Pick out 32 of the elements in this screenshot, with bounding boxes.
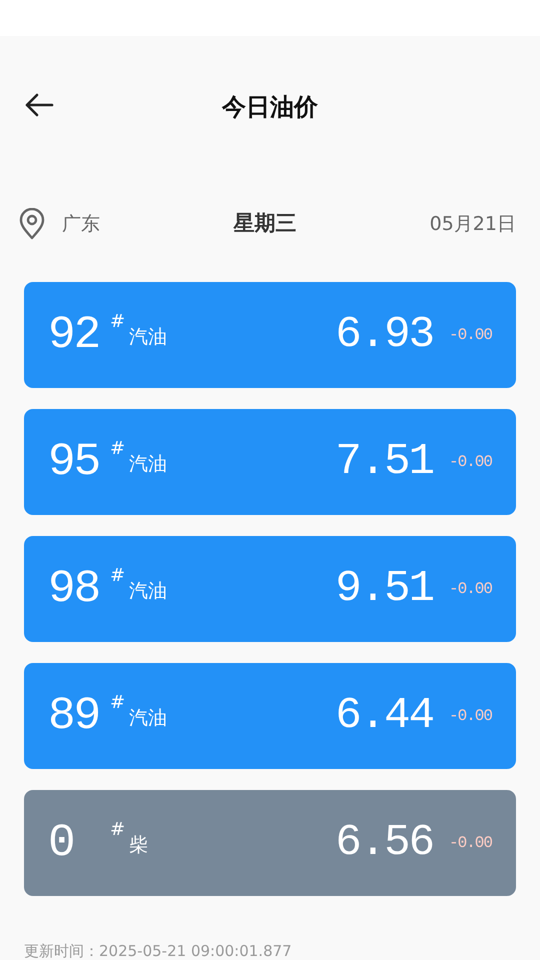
location-pin-icon bbox=[18, 208, 46, 240]
fuel-type: 柴 bbox=[129, 832, 148, 858]
price-change: -0.00 bbox=[448, 833, 492, 854]
fuel-type: 汽油 bbox=[129, 706, 168, 731]
fuel-grade: 89 bbox=[48, 688, 100, 744]
grade-mark: # bbox=[110, 437, 126, 461]
price-change: -0.00 bbox=[448, 325, 492, 346]
price-change: -0.00 bbox=[448, 706, 492, 727]
fuel-grade: 0 bbox=[48, 816, 75, 870]
price-value: 6.56 bbox=[335, 817, 433, 870]
price-value: 6.44 bbox=[335, 690, 433, 743]
date-label: 05月21日 bbox=[430, 212, 516, 237]
province-label[interactable]: 广东 bbox=[62, 210, 100, 238]
fuel-type: 汽油 bbox=[129, 452, 168, 477]
fuel-grade: 98 bbox=[48, 562, 100, 616]
grade-mark: # bbox=[110, 564, 126, 588]
price-value: 6.93 bbox=[335, 309, 433, 362]
fuel-type: 汽油 bbox=[129, 578, 168, 604]
back-arrow-icon[interactable] bbox=[24, 93, 54, 117]
price-value: 7.51 bbox=[335, 436, 433, 489]
price-change: -0.00 bbox=[448, 579, 492, 600]
price-value: 9.51 bbox=[335, 563, 433, 616]
grade-mark: # bbox=[110, 818, 126, 842]
grade-mark: # bbox=[110, 310, 126, 334]
fuel-grade: 95 bbox=[48, 434, 100, 490]
grade-mark: # bbox=[110, 691, 126, 715]
fuel-type: 汽油 bbox=[129, 324, 168, 350]
page-title: 今日油价 bbox=[222, 92, 318, 122]
update-time-text: 更新时间：2025-05-21 09:00:01.877 bbox=[24, 941, 292, 960]
weekday-label: 星期三 bbox=[233, 210, 296, 238]
fuel-grade: 92 bbox=[48, 308, 100, 362]
price-change: -0.00 bbox=[448, 452, 492, 473]
